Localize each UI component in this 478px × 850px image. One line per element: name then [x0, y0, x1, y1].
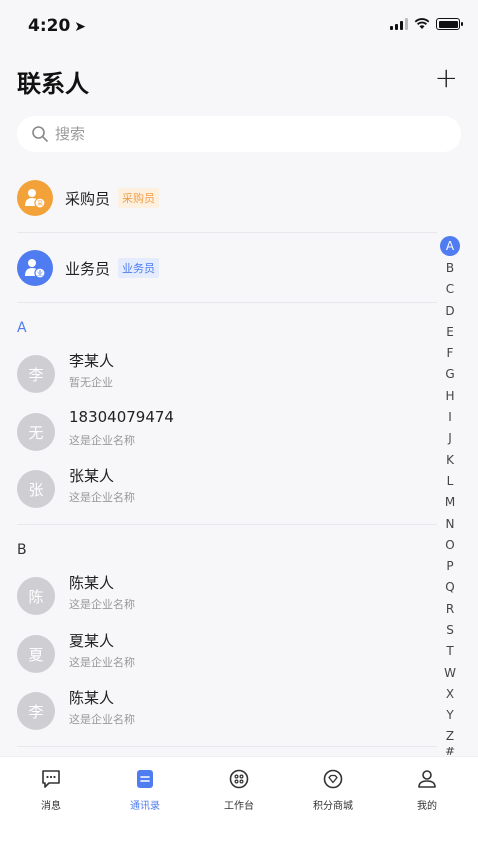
contact-name: 张某人 [69, 467, 115, 485]
contact-avatar: 李 [17, 692, 55, 730]
index-letter-f[interactable]: F [439, 342, 461, 363]
tab-label: 积分商城 [313, 801, 353, 812]
index-letter-l[interactable]: L [439, 470, 461, 491]
contact-item[interactable]: 李 陈某人 这是企业名称 [17, 687, 437, 733]
tab-label: 我的 [417, 801, 437, 812]
header: 联系人 + [0, 60, 478, 104]
status-time-text: 4:20 [28, 16, 71, 36]
tab-profile[interactable]: 我的 [392, 767, 462, 812]
svg-text:采: 采 [37, 200, 43, 208]
index-letter-c[interactable]: C [439, 279, 461, 300]
contact-name: 陈某人 [69, 689, 115, 707]
status-icons [390, 18, 463, 30]
contact-name: 李某人 [69, 352, 115, 370]
bottom-tab-bar: 消息 通讯录 工作台 积分商城 我的 [0, 756, 478, 850]
section-letter-b: B [17, 542, 27, 558]
contact-avatar: 张 [17, 470, 55, 508]
index-letter-q[interactable]: Q [439, 577, 461, 598]
divider [17, 746, 437, 747]
index-letter-e[interactable]: E [439, 321, 461, 342]
role-tag-purchaser: 采购员 [118, 188, 160, 208]
index-letter-s[interactable]: S [439, 619, 461, 640]
wifi-icon [414, 18, 430, 29]
svg-text:业: 业 [37, 270, 43, 278]
tab-messages[interactable]: 消息 [16, 767, 86, 812]
index-letter-b[interactable]: B [439, 257, 461, 278]
tab-label: 消息 [41, 801, 61, 812]
role-tag-salesperson: 业务员 [118, 258, 160, 278]
index-letter-h[interactable]: H [439, 385, 461, 406]
index-letter-o[interactable]: O [439, 534, 461, 555]
role-row-purchaser[interactable]: 采 采购员 采购员 [17, 178, 437, 218]
contact-company: 这是企业名称 [69, 713, 135, 726]
page-title: 联系人 [17, 70, 89, 98]
contact-item[interactable]: 无 18304079474 这是企业名称 [17, 408, 437, 454]
index-letter-t[interactable]: T [439, 641, 461, 662]
contact-avatar: 无 [17, 413, 55, 451]
contact-name: 夏某人 [69, 632, 115, 650]
status-time: 4:20 ➤ [28, 16, 86, 36]
search-icon [32, 126, 48, 142]
index-letter-w[interactable]: W [439, 662, 461, 683]
contact-company: 这是企业名称 [69, 656, 135, 669]
index-letter-a[interactable]: A [440, 236, 460, 256]
contact-company: 这是企业名称 [69, 434, 135, 447]
index-letter-n[interactable]: N [439, 513, 461, 534]
workbench-icon [227, 767, 251, 791]
index-letter-g[interactable]: G [439, 364, 461, 385]
points-mall-icon [321, 767, 345, 791]
tab-label: 工作台 [224, 801, 254, 812]
contact-company: 这是企业名称 [69, 491, 135, 504]
divider [17, 302, 437, 303]
contact-item[interactable]: 李 李某人 暂无企业 [17, 350, 437, 396]
section-letter-a: A [17, 320, 27, 336]
contact-item[interactable]: 张 张某人 这是企业名称 [17, 465, 437, 511]
index-letter-j[interactable]: J [439, 428, 461, 449]
contact-avatar: 李 [17, 355, 55, 393]
contact-avatar: 夏 [17, 635, 55, 673]
index-letter-hash[interactable]: # [439, 747, 461, 755]
index-letter-d[interactable]: D [439, 300, 461, 321]
contact-company: 暂无企业 [69, 376, 113, 389]
tab-points-mall[interactable]: 积分商城 [298, 767, 368, 812]
purchaser-avatar-icon: 采 [17, 180, 53, 216]
role-row-salesperson[interactable]: 业 业务员 业务员 [17, 248, 437, 288]
message-icon [39, 767, 63, 791]
search-bar[interactable] [17, 116, 461, 152]
divider [17, 524, 437, 525]
index-letter-y[interactable]: Y [439, 705, 461, 726]
profile-icon [415, 767, 439, 791]
tab-workbench[interactable]: 工作台 [204, 767, 274, 812]
role-name: 采购员 [65, 189, 111, 208]
add-button[interactable]: + [435, 62, 458, 94]
index-letter-r[interactable]: R [439, 598, 461, 619]
index-letter-i[interactable]: I [439, 406, 461, 427]
alphabet-index-bar[interactable]: A B C D E F G H I J K L M N O P Q R S T … [439, 236, 461, 755]
contact-name: 陈某人 [69, 574, 115, 592]
index-letter-m[interactable]: M [439, 492, 461, 513]
index-letter-k[interactable]: K [439, 449, 461, 470]
signal-icon [390, 18, 408, 30]
tab-contacts[interactable]: 通讯录 [110, 767, 180, 812]
tab-label: 通讯录 [130, 801, 160, 812]
role-name: 业务员 [65, 259, 111, 278]
contact-item[interactable]: 夏 夏某人 这是企业名称 [17, 630, 437, 676]
contact-item[interactable]: 陈 陈某人 这是企业名称 [17, 572, 437, 618]
location-arrow-icon: ➤ [74, 19, 87, 35]
index-letter-x[interactable]: X [439, 683, 461, 704]
index-letter-p[interactable]: P [439, 555, 461, 576]
salesperson-avatar-icon: 业 [17, 250, 53, 286]
contacts-icon [133, 767, 157, 791]
search-input[interactable] [55, 125, 435, 143]
battery-icon [436, 18, 463, 30]
contact-company: 这是企业名称 [69, 598, 135, 611]
divider [17, 232, 437, 233]
contact-avatar: 陈 [17, 577, 55, 615]
index-letter-z[interactable]: Z [439, 726, 461, 747]
status-bar: 4:20 ➤ [0, 0, 478, 50]
contact-name: 18304079474 [69, 408, 174, 426]
